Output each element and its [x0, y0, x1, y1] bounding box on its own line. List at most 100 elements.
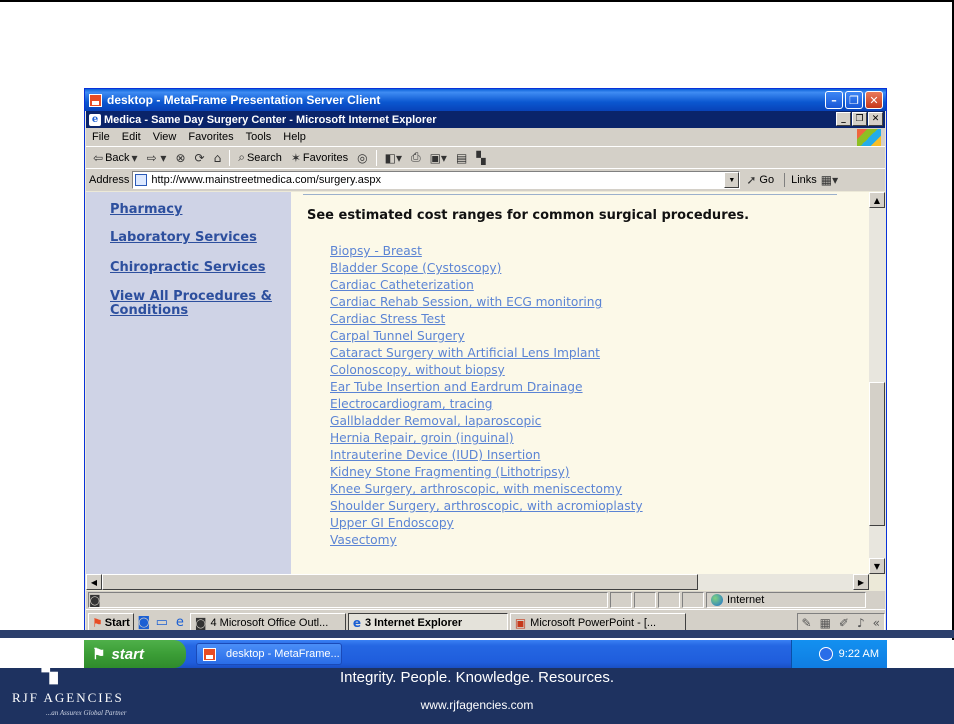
close-button[interactable]: ✕ [865, 91, 883, 109]
tray-network-icon[interactable]: ▦ [820, 616, 831, 630]
links-label: Links [791, 174, 817, 186]
procedure-link[interactable]: Knee Surgery, arthroscopic, with menisce… [330, 481, 643, 498]
rjf-logo-icon: ▚ [42, 662, 58, 684]
procedure-link[interactable]: Electrocardiogram, tracing [330, 396, 643, 413]
scroll-right-icon[interactable]: ▶ [853, 574, 869, 590]
ie-icon: e [89, 113, 101, 126]
citrix-title-bar[interactable]: desktop - MetaFrame Presentation Server … [85, 89, 886, 111]
xp-start-label: start [111, 645, 144, 663]
research-icon: ▚ [476, 150, 486, 165]
history-icon: ◧▾ [384, 150, 402, 165]
edit-button[interactable]: ▣▾ [427, 151, 450, 165]
go-button[interactable]: ➚ Go [746, 173, 774, 187]
website: www.rjfagencies.com [420, 698, 534, 712]
procedure-link[interactable]: Hernia Repair, groin (inguinal) [330, 430, 643, 447]
procedure-link[interactable]: Carpal Tunnel Surgery [330, 328, 643, 345]
procedure-link[interactable]: Colonoscopy, without biopsy [330, 362, 643, 379]
favorites-button[interactable]: ✶ Favorites [288, 151, 351, 165]
procedure-item: Kidney Stone Fragmenting (Lithotripsy) [330, 464, 643, 481]
tray-pen-icon[interactable]: ✎ [802, 616, 812, 630]
research-button[interactable]: ▚ [473, 151, 488, 165]
procedure-link[interactable]: Cardiac Rehab Session, with ECG monitori… [330, 294, 643, 311]
vertical-scroll-thumb[interactable] [869, 382, 885, 526]
menu-edit[interactable]: Edit [116, 131, 147, 143]
stop-icon: ⊗ [175, 150, 186, 165]
xp-start-button[interactable]: ⚑ start [84, 640, 186, 668]
citrix-window-title: desktop - MetaFrame Presentation Server … [107, 93, 381, 107]
go-label: Go [759, 174, 775, 186]
divider [303, 194, 837, 195]
windows-logo-icon: ⚑ [92, 646, 106, 663]
print-button[interactable]: ⎙ [408, 150, 424, 165]
logo-subtitle: ...an Assurex Global Partner [46, 709, 127, 717]
procedure-link[interactable]: Gallbladder Removal, laparoscopic [330, 413, 643, 430]
outlook-quicklaunch-icon[interactable]: ◙ [136, 615, 152, 631]
address-dropdown-icon[interactable]: ▼ [724, 172, 740, 188]
forward-button[interactable]: ⇨ ▾ [144, 151, 170, 165]
ie-title-bar[interactable]: e Medica - Same Day Surgery Center - Mic… [86, 111, 885, 128]
horizontal-scrollbar[interactable]: ◀ ▶ [86, 574, 869, 590]
search-button[interactable]: ⌕ Search [235, 150, 285, 165]
task-metaframe[interactable]: desktop - MetaFrame... [196, 643, 342, 665]
discuss-button[interactable]: ▤ [453, 151, 470, 165]
procedure-link[interactable]: Cataract Surgery with Artificial Lens Im… [330, 345, 643, 362]
page-icon [135, 174, 148, 186]
home-button[interactable]: ⌂ [211, 151, 225, 165]
address-label: Address [89, 174, 130, 186]
ie-restore-button[interactable]: ❐ [852, 112, 867, 126]
tray-expand-icon[interactable] [818, 647, 833, 661]
sidebar-link-all-procedures[interactable]: View All Procedures & Conditions [110, 290, 280, 318]
procedure-link[interactable]: Vasectomy [330, 532, 643, 549]
refresh-button[interactable]: ⟳ [192, 151, 208, 165]
menu-view[interactable]: View [147, 131, 183, 143]
address-input[interactable]: http://www.mainstreetmedica.com/surgery.… [132, 171, 741, 189]
scroll-up-icon[interactable]: ▲ [869, 192, 885, 208]
media-button[interactable]: ◎ [354, 151, 370, 165]
procedure-link[interactable]: Upper GI Endoscopy [330, 515, 643, 532]
maximize-button[interactable]: ❐ [845, 91, 863, 109]
minimize-button[interactable]: – [825, 91, 843, 109]
procedure-link[interactable]: Biopsy - Breast [330, 243, 643, 260]
procedure-item: Shoulder Surgery, arthroscopic, with acr… [330, 498, 643, 515]
sidebar-link-laboratory[interactable]: Laboratory Services [110, 231, 280, 245]
procedure-link[interactable]: Cardiac Stress Test [330, 311, 643, 328]
ie-close-button[interactable]: ✕ [868, 112, 883, 126]
menu-help[interactable]: Help [277, 131, 312, 143]
procedure-link[interactable]: Cardiac Catheterization [330, 277, 643, 294]
procedure-link[interactable]: Bladder Scope (Cystoscopy) [330, 260, 643, 277]
media-icon: ◎ [357, 150, 368, 165]
scroll-left-icon[interactable]: ◀ [86, 574, 102, 590]
desktop-quicklaunch-icon[interactable]: ▭ [154, 615, 170, 631]
links-button[interactable]: Links ▦▾ [784, 173, 838, 187]
procedure-item: Upper GI Endoscopy [330, 515, 643, 532]
history-button[interactable]: ◧▾ [382, 151, 405, 165]
home-icon: ⌂ [213, 150, 222, 165]
procedure-link[interactable]: Kidney Stone Fragmenting (Lithotripsy) [330, 464, 643, 481]
tray-sound-icon[interactable]: ♪ [857, 616, 865, 630]
menu-favorites[interactable]: Favorites [182, 131, 239, 143]
sidebar-link-pharmacy[interactable]: Pharmacy [110, 203, 280, 217]
scroll-down-icon[interactable]: ▼ [869, 558, 885, 574]
printer-icon: ⎙ [410, 150, 421, 164]
procedure-link[interactable]: Ear Tube Insertion and Eardrum Drainage [330, 379, 643, 396]
vertical-scrollbar[interactable]: ▲ ▼ [869, 192, 885, 574]
tray-pencil-icon[interactable]: ✐ [839, 616, 849, 630]
menu-file[interactable]: File [86, 131, 116, 143]
classic-start-label: Start [104, 616, 130, 629]
horizontal-scroll-thumb[interactable] [102, 574, 698, 590]
task-outlook-label: 4 Microsoft Office Outl... [210, 616, 329, 629]
sidebar-link-chiropractic[interactable]: Chiropractic Services [110, 261, 280, 275]
back-button[interactable]: ⇦ Back ▾ [90, 151, 141, 165]
tray-chevron-icon[interactable]: « [873, 616, 880, 630]
address-bar: Address http://www.mainstreetmedica.com/… [86, 169, 885, 191]
menu-bar: File Edit View Favorites Tools Help [86, 128, 885, 147]
ie-quicklaunch-icon[interactable]: e [172, 615, 188, 631]
procedure-link[interactable]: Shoulder Surgery, arthroscopic, with acr… [330, 498, 643, 515]
page-viewport: Pharmacy Laboratory Services Chiropracti… [86, 192, 869, 574]
windows-flag-icon: ⚑ [92, 615, 103, 630]
citrix-app-icon [89, 93, 102, 107]
ie-minimize-button[interactable]: _ [836, 112, 851, 126]
procedure-link[interactable]: Intrauterine Device (IUD) Insertion [330, 447, 643, 464]
menu-tools[interactable]: Tools [240, 131, 278, 143]
stop-button[interactable]: ⊗ [172, 151, 188, 165]
